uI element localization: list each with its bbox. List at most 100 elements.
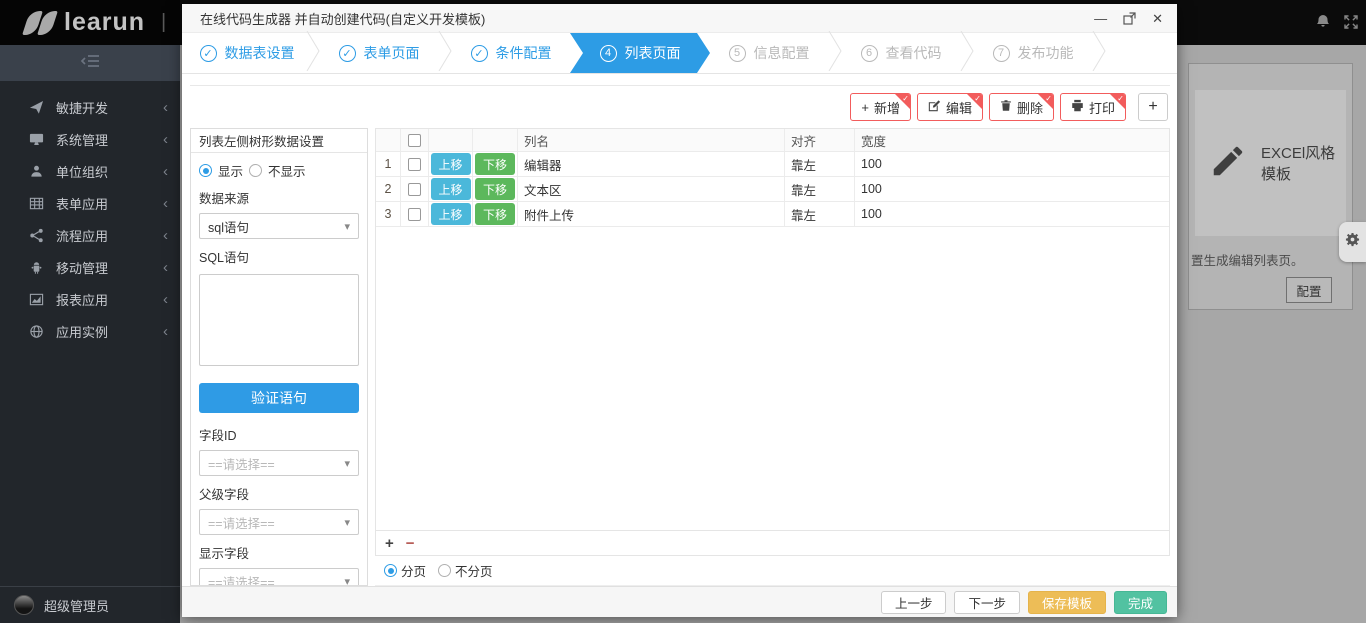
move-up-button[interactable]: 上移: [431, 153, 471, 175]
cell-align[interactable]: 靠左: [785, 202, 855, 226]
dialog-content: + 新增 ✓ 编辑 ✓ 删除 ✓ 打印 ✓: [190, 85, 1170, 586]
learun-logo-icon: [22, 11, 58, 35]
chevron-left-icon: ‹: [163, 291, 168, 308]
data-source-select[interactable]: sql语句 ▾: [199, 213, 359, 239]
check-circle-icon: ✓: [471, 45, 488, 62]
config-button[interactable]: 配置: [1286, 277, 1332, 303]
cell-width[interactable]: 100: [855, 177, 1169, 201]
move-up-button[interactable]: 上移: [431, 178, 471, 200]
field-id-label: 字段ID: [199, 425, 359, 444]
template-description: 置生成编辑列表页。: [1191, 250, 1349, 269]
columns-table: 列名 对齐 宽度 1 上移 下移 编辑器 靠左 100 2: [375, 128, 1170, 531]
maximize-icon[interactable]: [1123, 12, 1136, 25]
radio-not-paged[interactable]: [438, 564, 451, 577]
sidebar-item-process-app[interactable]: 流程应用 ‹: [0, 219, 180, 251]
chevron-left-icon: ‹: [163, 163, 168, 180]
check-circle-icon: ✓: [200, 45, 217, 62]
step-table-settings[interactable]: ✓ 数据表设置: [188, 33, 306, 73]
avatar: [14, 595, 34, 615]
settings-tab[interactable]: [1339, 222, 1366, 262]
prev-step-button[interactable]: 上一步: [881, 591, 947, 614]
edit-button[interactable]: 编辑 ✓: [917, 93, 983, 121]
collapse-menu-icon: [81, 54, 100, 73]
select-all-checkbox[interactable]: [408, 134, 421, 147]
person-icon: [28, 163, 44, 179]
sidebar-item-system-mgmt[interactable]: 系统管理 ‹: [0, 123, 180, 155]
finish-button[interactable]: 完成: [1114, 591, 1167, 614]
cell-width[interactable]: 100: [855, 202, 1169, 226]
chevron-left-icon: ‹: [163, 259, 168, 276]
step-number-icon: 4: [600, 45, 617, 62]
parent-field-select[interactable]: ==请选择== ▾: [199, 509, 359, 535]
move-down-button[interactable]: 下移: [475, 153, 515, 175]
excel-template-card[interactable]: EXCEl风格模板: [1195, 90, 1346, 236]
minimize-icon[interactable]: —: [1094, 12, 1107, 25]
step-view-code[interactable]: 6 查看代码: [842, 33, 960, 73]
user-name: 超级管理员: [44, 596, 109, 615]
step-info-config[interactable]: 5 信息配置: [710, 33, 828, 73]
grid-toolbar: + 新增 ✓ 编辑 ✓ 删除 ✓ 打印 ✓: [190, 86, 1170, 128]
sidebar-item-mobile-mgmt[interactable]: 移动管理 ‹: [0, 251, 180, 283]
row-checkbox[interactable]: [408, 208, 421, 221]
chevron-left-icon: ‹: [163, 131, 168, 148]
radio-paged[interactable]: [384, 564, 397, 577]
logo-divider: |: [161, 11, 166, 34]
add-column-button[interactable]: +: [1138, 93, 1168, 121]
sql-textarea[interactable]: [199, 274, 359, 366]
corner-check-icon: ✓: [902, 94, 909, 103]
template-card-title: EXCEl风格模板: [1261, 142, 1346, 184]
notification-bell-icon[interactable]: [1316, 14, 1330, 34]
field-id-select[interactable]: ==请选择== ▾: [199, 450, 359, 476]
step-condition-config[interactable]: ✓ 条件配置: [452, 33, 570, 73]
cell-name[interactable]: 附件上传: [518, 202, 785, 226]
next-step-button[interactable]: 下一步: [954, 591, 1020, 614]
sidebar-item-app-instances[interactable]: 应用实例 ‹: [0, 315, 180, 347]
remove-row-icon[interactable]: −: [406, 535, 415, 552]
print-button[interactable]: 打印 ✓: [1060, 93, 1126, 121]
pagination-options: 分页 不分页: [375, 556, 1170, 586]
wizard-steps: ✓ 数据表设置 ✓ 表单页面 ✓ 条件配置 4 列表页面 5 信息配置 6 查看…: [182, 33, 1177, 74]
logo-text: learun: [64, 8, 145, 37]
sidebar-item-report-app[interactable]: 报表应用 ‹: [0, 283, 180, 315]
step-form-page[interactable]: ✓ 表单页面: [320, 33, 438, 73]
step-publish[interactable]: 7 发布功能: [974, 33, 1092, 73]
add-button[interactable]: + 新增 ✓: [850, 93, 911, 121]
radio-hide[interactable]: [249, 164, 262, 177]
move-down-button[interactable]: 下移: [475, 178, 515, 200]
move-up-button[interactable]: 上移: [431, 203, 471, 225]
step-separator: [306, 31, 320, 76]
step-list-page[interactable]: 4 列表页面: [570, 33, 710, 73]
cell-width[interactable]: 100: [855, 152, 1169, 176]
row-number: 3: [376, 202, 401, 226]
verify-sql-button[interactable]: 验证语句: [199, 383, 359, 413]
sidebar-collapse-bar[interactable]: [0, 45, 180, 81]
cell-name[interactable]: 编辑器: [518, 152, 785, 176]
row-add-remove-bar: + −: [375, 531, 1170, 556]
row-number: 1: [376, 152, 401, 176]
step-number-icon: 6: [861, 45, 878, 62]
step-separator: [438, 31, 452, 76]
delete-button[interactable]: 删除 ✓: [989, 93, 1054, 121]
cell-align[interactable]: 靠左: [785, 177, 855, 201]
row-checkbox[interactable]: [408, 183, 421, 196]
radio-show[interactable]: [199, 164, 212, 177]
close-icon[interactable]: ✕: [1152, 12, 1163, 25]
logo: learun |: [0, 0, 180, 45]
step-separator: [1092, 31, 1106, 76]
cell-name[interactable]: 文本区: [518, 177, 785, 201]
add-row-icon[interactable]: +: [385, 535, 394, 552]
dialog-titlebar: 在线代码生成器 并自动创建代码(自定义开发模板) — ✕: [182, 4, 1177, 33]
user-row[interactable]: 超级管理员: [0, 586, 180, 623]
sidebar-item-form-app[interactable]: 表单应用 ‹: [0, 187, 180, 219]
sidebar-item-org[interactable]: 单位组织 ‹: [0, 155, 180, 187]
cell-align[interactable]: 靠左: [785, 152, 855, 176]
step-number-icon: 5: [729, 45, 746, 62]
fullscreen-icon[interactable]: [1344, 15, 1358, 34]
sidebar-item-agile-dev[interactable]: 敏捷开发 ‹: [0, 91, 180, 123]
table-header-row: 列名 对齐 宽度: [376, 129, 1169, 152]
save-template-button[interactable]: 保存模板: [1028, 591, 1106, 614]
chart-icon: [28, 291, 44, 307]
move-down-button[interactable]: 下移: [475, 203, 515, 225]
row-checkbox[interactable]: [408, 158, 421, 171]
display-field-select[interactable]: ==请选择== ▾: [199, 568, 359, 586]
